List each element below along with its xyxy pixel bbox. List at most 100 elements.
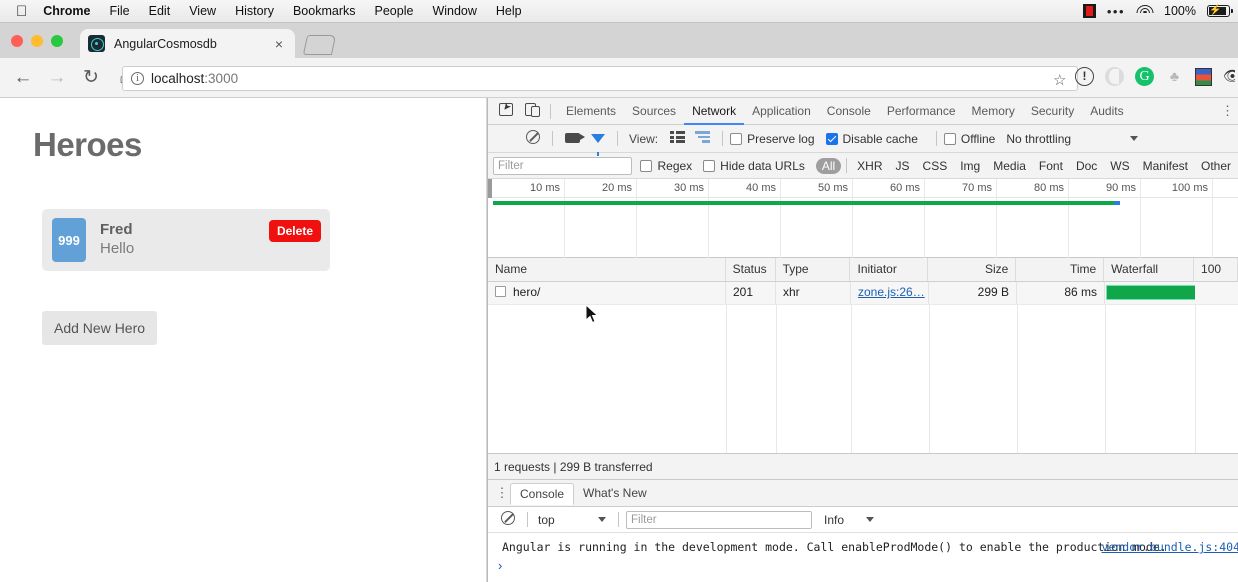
forward-button[interactable]: → bbox=[40, 67, 74, 89]
tree-extension-icon[interactable]: ♣ bbox=[1165, 67, 1184, 86]
regex-checkbox[interactable] bbox=[640, 160, 652, 172]
menu-item-window[interactable]: Window bbox=[432, 4, 476, 18]
console-filter-input[interactable]: Filter bbox=[626, 511, 812, 529]
bookmark-star-icon[interactable]: ☆ bbox=[1053, 71, 1066, 89]
grammarly-icon[interactable]: G bbox=[1135, 67, 1154, 86]
network-filter-input[interactable]: Filter bbox=[493, 157, 632, 175]
clear-console-button[interactable] bbox=[495, 511, 520, 528]
hero-list-item[interactable]: 999 Fred Hello Delete bbox=[42, 209, 330, 271]
browser-tab[interactable]: AngularCosmosdb × bbox=[80, 29, 295, 58]
devtools-more-menu-icon[interactable]: ⋮ bbox=[1221, 103, 1234, 119]
type-filter-manifest[interactable]: Manifest bbox=[1137, 158, 1194, 174]
console-context-chevron-down-icon[interactable] bbox=[598, 517, 606, 522]
disable-cache-checkbox[interactable] bbox=[826, 133, 838, 145]
reload-button[interactable]: ↻ bbox=[74, 66, 108, 89]
console-prompt[interactable]: › bbox=[488, 554, 1238, 573]
column-header-time[interactable]: Time bbox=[1016, 258, 1104, 281]
type-filter-ws[interactable]: WS bbox=[1104, 158, 1135, 174]
menu-item-view[interactable]: View bbox=[189, 4, 216, 18]
drawer-more-menu-icon[interactable]: ⋮ bbox=[494, 488, 510, 498]
console-level-chevron-down-icon[interactable] bbox=[866, 517, 874, 522]
clear-button[interactable] bbox=[520, 130, 545, 147]
request-name-cell[interactable]: hero/ bbox=[488, 282, 726, 304]
request-checkbox-icon[interactable] bbox=[495, 286, 506, 297]
tab-audits[interactable]: Audits bbox=[1082, 98, 1131, 125]
menu-item-bookmarks[interactable]: Bookmarks bbox=[293, 4, 356, 18]
tab-elements[interactable]: Elements bbox=[558, 98, 624, 125]
add-new-hero-button[interactable]: Add New Hero bbox=[42, 311, 157, 345]
apple-logo-icon[interactable]:  bbox=[16, 4, 27, 19]
preserve-log-checkbox[interactable] bbox=[730, 133, 742, 145]
screen-recording-icon[interactable] bbox=[1083, 4, 1096, 18]
tab-security[interactable]: Security bbox=[1023, 98, 1082, 125]
column-header-waterfall[interactable]: Waterfall bbox=[1104, 258, 1194, 281]
site-info-icon[interactable]: i bbox=[131, 72, 144, 85]
type-filter-font[interactable]: Font bbox=[1033, 158, 1069, 174]
menu-item-chrome[interactable]: Chrome bbox=[43, 4, 90, 18]
tab-sources[interactable]: Sources bbox=[624, 98, 684, 125]
preserve-log-option[interactable]: Preserve log bbox=[730, 132, 814, 146]
type-filter-doc[interactable]: Doc bbox=[1070, 158, 1103, 174]
hide-data-urls-checkbox[interactable] bbox=[703, 160, 715, 172]
throttling-value[interactable]: No throttling bbox=[1006, 132, 1071, 146]
type-filter-xhr[interactable]: XHR bbox=[851, 158, 888, 174]
timeline-left-handle[interactable] bbox=[488, 179, 492, 198]
network-table-body[interactable] bbox=[488, 305, 1238, 454]
type-filter-img[interactable]: Img bbox=[954, 158, 986, 174]
column-header-name[interactable]: Name bbox=[488, 258, 726, 281]
column-header-initiator[interactable]: Initiator bbox=[850, 258, 928, 281]
drawer-tab-console[interactable]: Console bbox=[510, 483, 574, 505]
tab-network[interactable]: Network bbox=[684, 98, 744, 125]
menu-item-edit[interactable]: Edit bbox=[149, 4, 171, 18]
wifi-icon[interactable] bbox=[1136, 5, 1153, 18]
gray-circle-extension-icon[interactable] bbox=[1105, 67, 1124, 86]
ellipsis-icon[interactable]: ••• bbox=[1107, 4, 1125, 19]
list-view-icon[interactable] bbox=[665, 131, 690, 146]
tab-performance[interactable]: Performance bbox=[879, 98, 964, 125]
menu-item-file[interactable]: File bbox=[109, 4, 129, 18]
column-header-type[interactable]: Type bbox=[776, 258, 851, 281]
disable-cache-option[interactable]: Disable cache bbox=[826, 132, 918, 146]
hide-data-urls-option[interactable]: Hide data URLs bbox=[703, 159, 805, 173]
offline-checkbox[interactable] bbox=[944, 133, 956, 145]
column-header-size[interactable]: Size bbox=[928, 258, 1016, 281]
eye-extension-icon[interactable]: 👁 bbox=[1223, 67, 1235, 86]
tab-memory[interactable]: Memory bbox=[964, 98, 1023, 125]
inspect-element-icon[interactable] bbox=[493, 103, 518, 119]
menu-item-help[interactable]: Help bbox=[496, 4, 522, 18]
console-message-source-link[interactable]: vendor.bundle.js:404 bbox=[1102, 540, 1238, 554]
back-button[interactable]: ← bbox=[6, 67, 40, 89]
device-toolbar-icon[interactable] bbox=[518, 103, 543, 119]
minimize-window-button[interactable] bbox=[31, 35, 43, 47]
new-tab-button[interactable] bbox=[303, 35, 336, 55]
tower-extension-icon[interactable] bbox=[1195, 68, 1212, 86]
menu-item-history[interactable]: History bbox=[235, 4, 274, 18]
console-context-selector[interactable]: top bbox=[535, 513, 611, 527]
type-filter-media[interactable]: Media bbox=[987, 158, 1032, 174]
type-filter-js[interactable]: JS bbox=[890, 158, 916, 174]
tab-application[interactable]: Application bbox=[744, 98, 819, 125]
info-extension-icon[interactable]: ! bbox=[1075, 67, 1094, 86]
close-window-button[interactable] bbox=[11, 35, 23, 47]
battery-charging-icon[interactable]: ⚡ bbox=[1207, 5, 1230, 17]
filter-button[interactable] bbox=[585, 132, 610, 146]
network-overview-timeline[interactable]: 10 ms 20 ms 30 ms 40 ms 50 ms 60 ms 70 m… bbox=[488, 179, 1238, 258]
column-header-status[interactable]: Status bbox=[726, 258, 776, 281]
type-filter-other[interactable]: Other bbox=[1195, 158, 1237, 174]
table-row[interactable]: hero/ 201 xhr zone.js:26… 299 B 86 ms bbox=[488, 282, 1238, 305]
menu-item-people[interactable]: People bbox=[375, 4, 414, 18]
drawer-tab-whats-new[interactable]: What's New bbox=[574, 483, 656, 503]
regex-option[interactable]: Regex bbox=[640, 159, 692, 173]
maximize-window-button[interactable] bbox=[51, 35, 63, 47]
tab-console[interactable]: Console bbox=[819, 98, 879, 125]
close-tab-icon[interactable]: × bbox=[271, 36, 287, 52]
waterfall-view-icon[interactable] bbox=[690, 131, 715, 146]
request-initiator-link[interactable]: zone.js:26… bbox=[858, 285, 925, 299]
capture-screenshots-button[interactable] bbox=[560, 132, 585, 146]
type-filter-all[interactable]: All bbox=[816, 158, 841, 174]
address-bar[interactable]: i localhost:3000 bbox=[122, 66, 1078, 91]
throttling-chevron-down-icon[interactable] bbox=[1130, 136, 1138, 141]
type-filter-css[interactable]: CSS bbox=[917, 158, 954, 174]
console-level-selector[interactable]: Info bbox=[824, 513, 874, 527]
offline-option[interactable]: Offline bbox=[944, 132, 995, 146]
